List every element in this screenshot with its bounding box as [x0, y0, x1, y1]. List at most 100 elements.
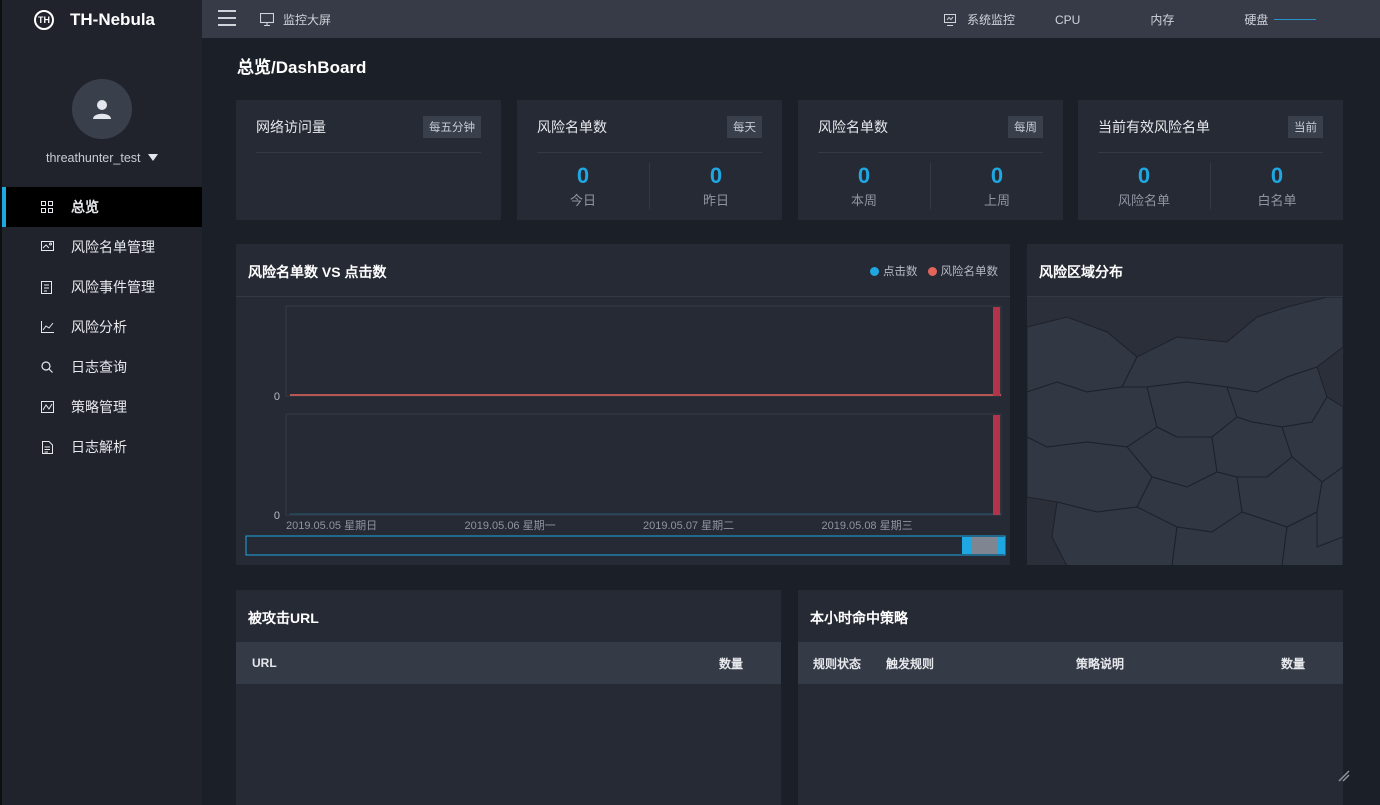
hourly-strategy-panel: 本小时命中策略 规则状态 触发规则 策略说明 数量 [798, 590, 1343, 805]
sidebar-item-label: 风险分析 [71, 317, 127, 337]
sidebar-item-risk-events[interactable]: 风险事件管理 [2, 267, 202, 307]
file-text-icon [40, 440, 54, 454]
chart-grid-bottom [286, 414, 1001, 515]
stat-value-risk-list: 0 [1078, 163, 1210, 189]
zoom-handle-left[interactable] [962, 537, 971, 554]
y-tick-label-top: 0 [274, 391, 280, 403]
sidebar-item-log-parse[interactable]: 日志解析 [2, 427, 202, 467]
grid-icon [40, 200, 54, 214]
table-header: URL 数量 [236, 642, 781, 684]
stat-title: 当前有效风险名单 [1098, 117, 1210, 137]
page-title: 总览/DashBoard [237, 53, 366, 78]
column-header-count[interactable]: 数量 [719, 655, 743, 672]
y-tick-label-bottom: 0 [274, 510, 280, 522]
stat-card-network-visits: 网络访问量 每五分钟 [236, 100, 501, 220]
stat-label-last-week: 上周 [931, 190, 1063, 209]
caret-down-icon [148, 154, 158, 162]
stat-title: 风险名单数 [537, 117, 607, 137]
sidebar-item-overview[interactable]: 总览 [2, 187, 202, 227]
trend-chart-panel: 风险名单数 VS 点击数 点击数 风险名单数 002019.05.05 星期日2… [236, 244, 1010, 565]
risk-map-title: 风险区域分布 [1039, 262, 1123, 282]
menu-toggle-icon[interactable] [218, 10, 236, 26]
user-icon [91, 98, 113, 120]
stat-card-risk-weekly: 风险名单数 每周 0本周 0上周 [798, 100, 1063, 220]
username: threathunter_test [46, 151, 141, 165]
stat-badge: 每周 [1008, 116, 1043, 138]
stat-label-this-week: 本周 [798, 190, 930, 209]
hourly-strategy-title: 本小时命中策略 [810, 608, 908, 628]
system-status: 系统监控 CPU 内存 硬盘 [944, 11, 1316, 28]
zoom-slider[interactable] [246, 536, 1005, 555]
china-map[interactable] [1027, 297, 1343, 565]
zoom-handle-right[interactable] [997, 537, 1005, 554]
x-tick-label: 2019.05.08 星期三 [822, 519, 913, 532]
attacked-url-panel: 被攻击URL URL 数量 [236, 590, 781, 805]
column-header-strategy-desc[interactable]: 策略说明 [1076, 655, 1124, 672]
memory-label: 内存 [1150, 11, 1174, 28]
system-monitor-link[interactable]: 系统监控 [944, 11, 1015, 28]
stat-title: 网络访问量 [256, 117, 326, 137]
stat-badge: 每天 [727, 116, 762, 138]
cpu-label: CPU [1055, 13, 1080, 27]
sidebar-item-risk-analysis[interactable]: 风险分析 [2, 307, 202, 347]
disk-usage-bar [1274, 19, 1316, 20]
table-header: 规则状态 触发规则 策略说明 数量 [798, 642, 1343, 684]
risk-map-panel: 风险区域分布 [1027, 244, 1343, 565]
stat-value-today: 0 [517, 163, 649, 189]
sidebar-item-label: 总览 [71, 197, 99, 217]
sidebar-item-label: 风险事件管理 [71, 277, 155, 297]
stat-badge: 每五分钟 [423, 116, 481, 138]
column-header-url[interactable]: URL [252, 656, 277, 670]
expand-icon[interactable] [1336, 768, 1352, 784]
x-tick-label: 2019.05.06 星期一 [465, 519, 556, 532]
app-name: TH-Nebula [70, 10, 155, 30]
top-bar: 监控大屏 系统监控 CPU 内存 硬盘 [202, 0, 1380, 38]
sidebar-item-risk-list[interactable]: 风险名单管理 [2, 227, 202, 267]
search-icon [40, 360, 54, 374]
current-time-bar-bottom [993, 415, 1000, 515]
stat-value-yesterday: 0 [650, 163, 782, 189]
user-menu[interactable]: threathunter_test [2, 151, 202, 165]
stat-label-risk-list: 风险名单 [1078, 190, 1210, 209]
stat-value-this-week: 0 [798, 163, 930, 189]
sidebar-item-label: 日志解析 [71, 437, 127, 457]
stat-label-whitelist: 白名单 [1211, 190, 1343, 209]
stat-label-today: 今日 [517, 190, 649, 209]
column-header-rule-status[interactable]: 规则状态 [813, 655, 861, 672]
stat-card-active-risk-list: 当前有效风险名单 当前 0风险名单 0白名单 [1078, 100, 1343, 220]
attacked-url-title: 被攻击URL [248, 608, 319, 628]
disk-label: 硬盘 [1244, 11, 1268, 28]
x-tick-label: 2019.05.05 星期日 [286, 519, 377, 532]
sidebar: TH TH-Nebula threathunter_test 总览 风险名单管理… [0, 0, 202, 805]
system-monitor-label: 系统监控 [967, 11, 1015, 28]
sidebar-menu: 总览 风险名单管理 风险事件管理 风险分析 日志查询 策略管理 日志解析 [2, 187, 202, 467]
monitor-screen-label: 监控大屏 [283, 11, 331, 28]
sidebar-item-label: 策略管理 [71, 397, 127, 417]
stat-title: 风险名单数 [818, 117, 888, 137]
chart-grid-top [286, 306, 1001, 396]
sidebar-item-label: 日志查询 [71, 357, 127, 377]
stat-card-risk-daily: 风险名单数 每天 0今日 0昨日 [517, 100, 782, 220]
column-header-count[interactable]: 数量 [1281, 655, 1305, 672]
app-logo[interactable]: TH TH-Nebula [2, 0, 202, 40]
sidebar-item-strategy[interactable]: 策略管理 [2, 387, 202, 427]
stat-badge: 当前 [1288, 116, 1323, 138]
logo-mark-icon: TH [34, 10, 54, 30]
system-monitor-icon [944, 14, 956, 26]
stat-value-whitelist: 0 [1211, 163, 1343, 189]
line-chart-icon [40, 320, 54, 334]
monitor-screen-link[interactable]: 监控大屏 [260, 11, 331, 28]
zoom-window[interactable] [971, 537, 997, 554]
monitor-icon [260, 13, 274, 26]
avatar[interactable] [72, 79, 132, 139]
strategy-chart-icon [40, 400, 54, 414]
stat-value-last-week: 0 [931, 163, 1063, 189]
stat-label-yesterday: 昨日 [650, 190, 782, 209]
x-tick-label: 2019.05.07 星期二 [643, 519, 734, 532]
document-icon [40, 280, 54, 294]
column-header-trigger-rule[interactable]: 触发规则 [886, 655, 934, 672]
sidebar-item-log-query[interactable]: 日志查询 [2, 347, 202, 387]
list-image-icon [40, 240, 54, 254]
current-time-bar-top [993, 307, 1000, 396]
trend-chart[interactable]: 0 0 2019.05.05 星期日 2019.05.06 星期一 2019.05.07… [236, 244, 1010, 565]
